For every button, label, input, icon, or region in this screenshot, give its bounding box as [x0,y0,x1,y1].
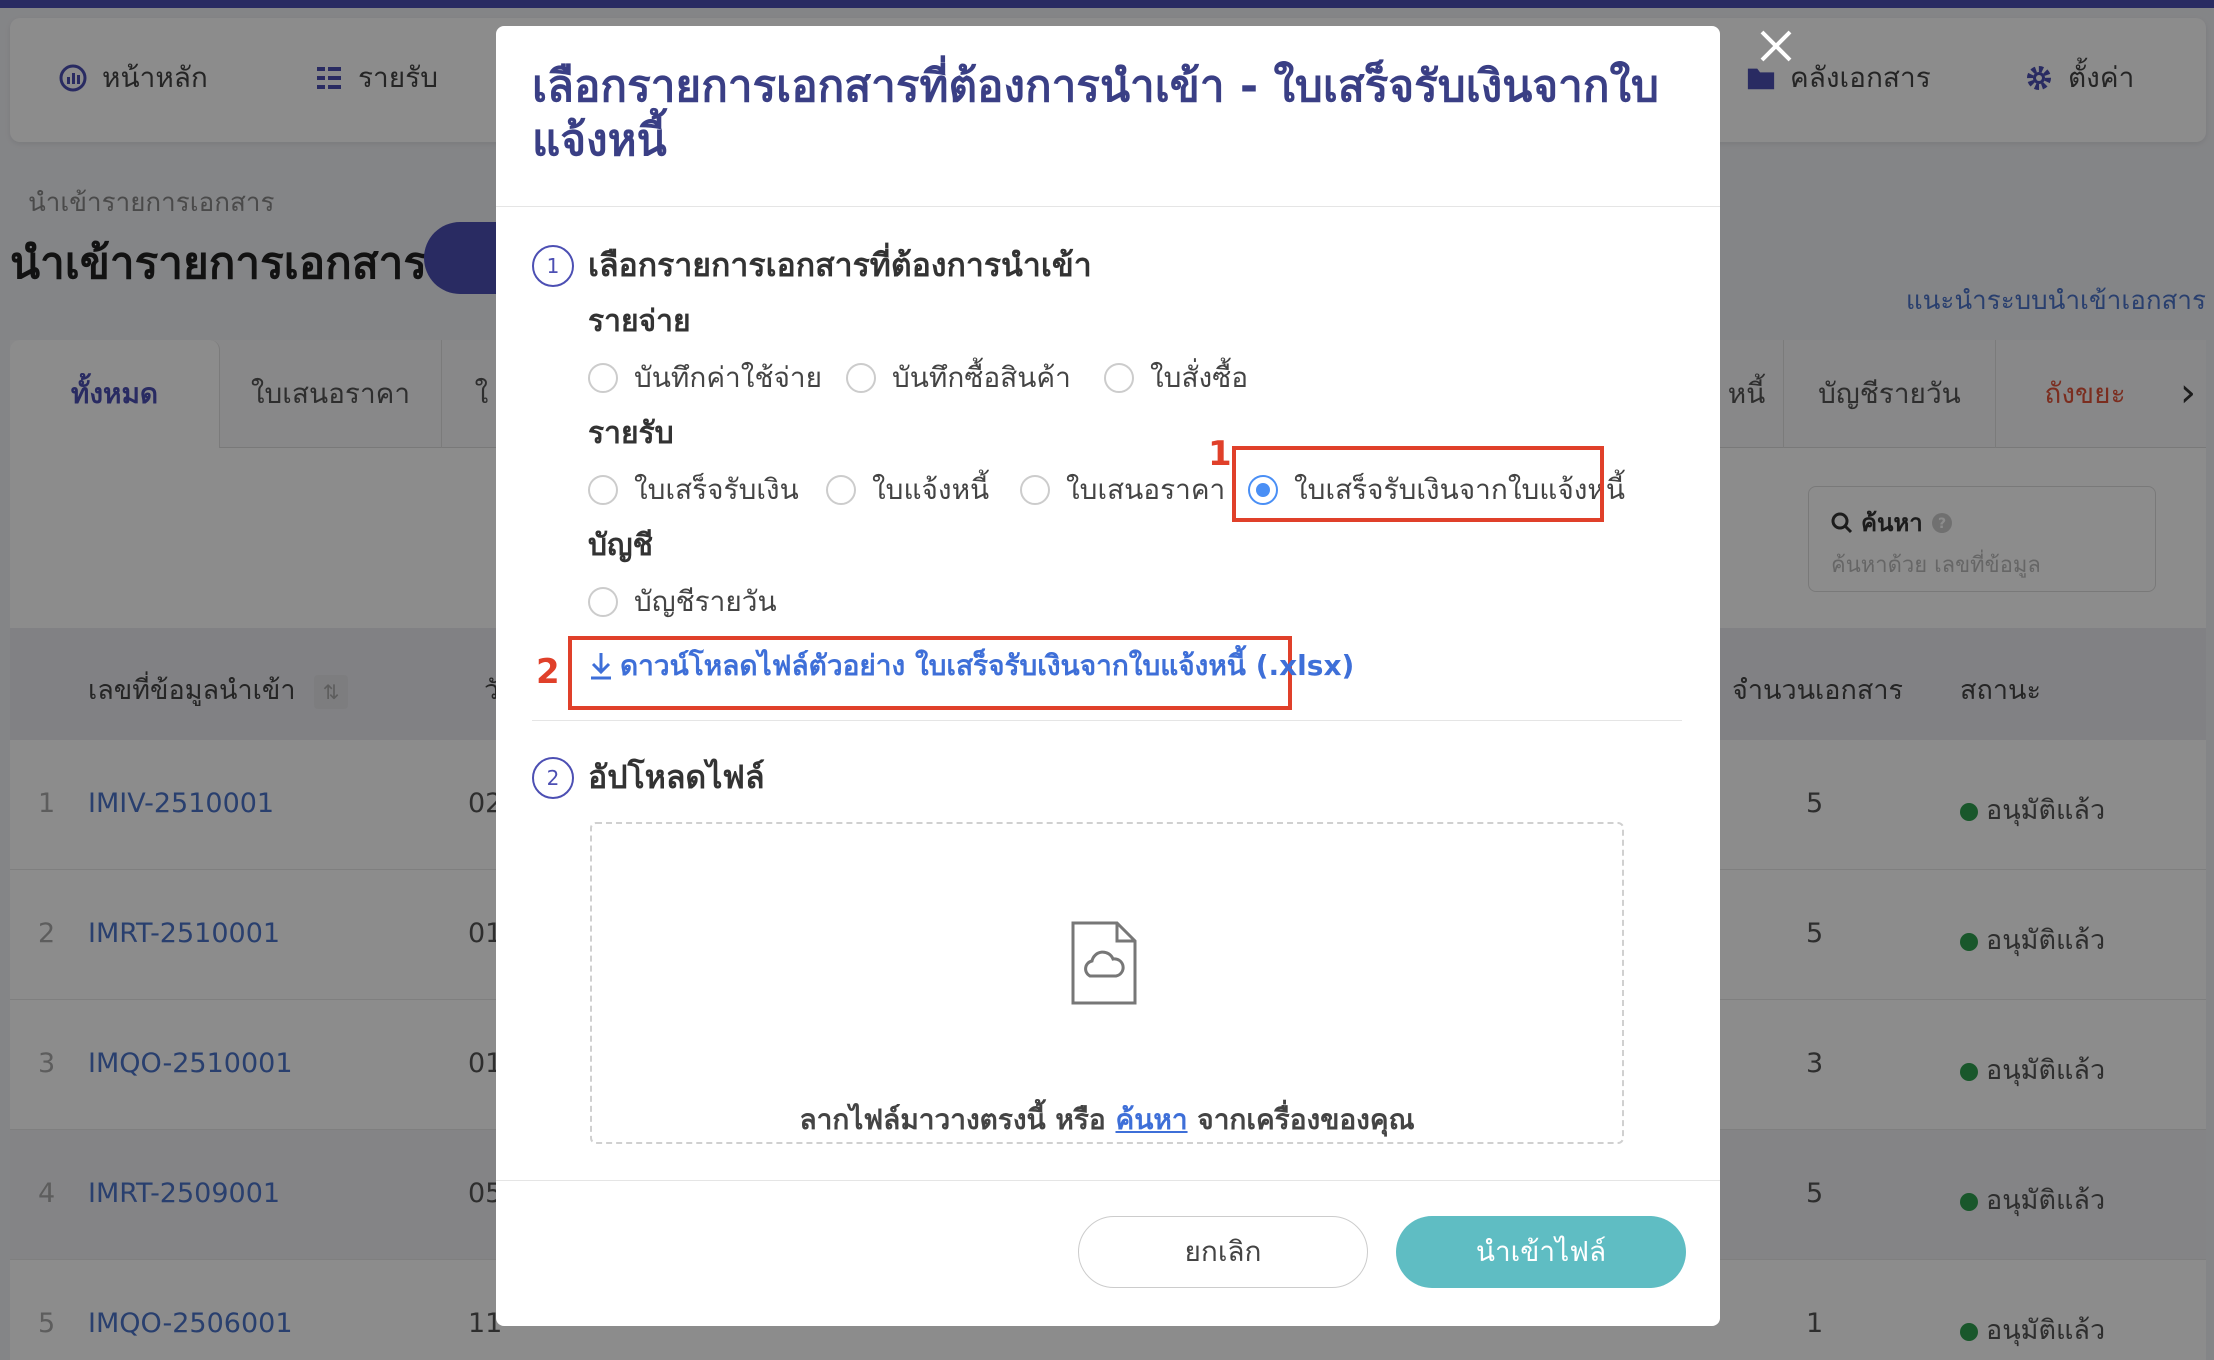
radio-circle [846,363,876,393]
divider [532,720,1682,721]
step-number: 1 [532,244,574,287]
step-label: อัปโหลดไฟล์ [588,758,765,796]
close-icon[interactable] [1754,24,1798,68]
download-icon [591,653,611,680]
radio-purchase-order[interactable]: ใบสั่งซื้อ [1104,356,1248,400]
step-label: เลือกรายการเอกสารที่ต้องการนำเข้า [588,246,1092,284]
file-dropzone[interactable]: ลากไฟล์มาวางตรงนี้ หรือ ค้นหา จากเครื่อง… [590,822,1624,1144]
annotation-number-2: 2 [536,652,560,692]
cancel-button[interactable]: ยกเลิก [1078,1216,1368,1288]
cloud-file-icon [1071,921,1137,1005]
radio-label: ใบแจ้งหนี้ [872,473,990,506]
browse-link[interactable]: ค้นหา [1115,1103,1187,1136]
step-2-header: 2 อัปโหลดไฟล์ [532,752,765,803]
group-label-income: รายรับ [588,416,674,451]
radio-label: ใบเสนอราคา [1066,473,1226,506]
radio-expense-record[interactable]: บันทึกค่าใช้จ่าย [588,356,822,400]
group-label-account: บัญชี [588,528,653,563]
step-number: 2 [532,756,574,799]
radio-label: บันทึกซื้อสินค้า [892,361,1071,394]
radio-label: ใบเสร็จรับเงิน [634,473,799,506]
radio-label: บัญชีรายวัน [634,585,777,618]
radio-circle [588,587,618,617]
radio-circle [588,475,618,505]
modal-title: เลือกรายการเอกสารที่ต้องการนำเข้า - ใบเส… [532,61,1659,166]
radio-label: บันทึกค่าใช้จ่าย [634,361,822,394]
radio-quotation[interactable]: ใบเสนอราคา [1020,468,1225,512]
dropzone-text-after: จากเครื่องของคุณ [1197,1103,1415,1136]
dropzone-text-before: ลากไฟล์มาวางตรงนี้ หรือ [799,1103,1106,1136]
radio-circle [588,363,618,393]
group-label-expense: รายจ่าย [588,304,691,339]
highlight-box-1 [1232,446,1604,522]
radio-circle [1020,475,1050,505]
import-modal: เลือกรายการเอกสารที่ต้องการนำเข้า - ใบเส… [496,26,1720,1326]
download-link-label: ดาวน์โหลดไฟล์ตัวอย่าง ใบเสร็จรับเงินจากใ… [620,649,1355,682]
dropzone-text: ลากไฟล์มาวางตรงนี้ หรือ ค้นหา จากเครื่อง… [592,1098,1622,1142]
radio-purchase-record[interactable]: บันทึกซื้อสินค้า [846,356,1071,400]
radio-circle [826,475,856,505]
step-1-header: 1 เลือกรายการเอกสารที่ต้องการนำเข้า [532,240,1092,291]
download-sample-link[interactable]: ดาวน์โหลดไฟล์ตัวอย่าง ใบเสร็จรับเงินจากใ… [588,644,1354,688]
radio-receipt[interactable]: ใบเสร็จรับเงิน [588,468,799,512]
radio-daily-journal[interactable]: บัญชีรายวัน [588,580,777,624]
radio-label: ใบสั่งซื้อ [1150,361,1249,394]
divider [496,1180,1720,1181]
import-file-button[interactable]: นำเข้าไฟล์ [1396,1216,1686,1288]
radio-invoice[interactable]: ใบแจ้งหนี้ [826,468,989,512]
annotation-number-1: 1 [1208,434,1232,474]
divider [496,206,1720,207]
radio-circle [1104,363,1134,393]
